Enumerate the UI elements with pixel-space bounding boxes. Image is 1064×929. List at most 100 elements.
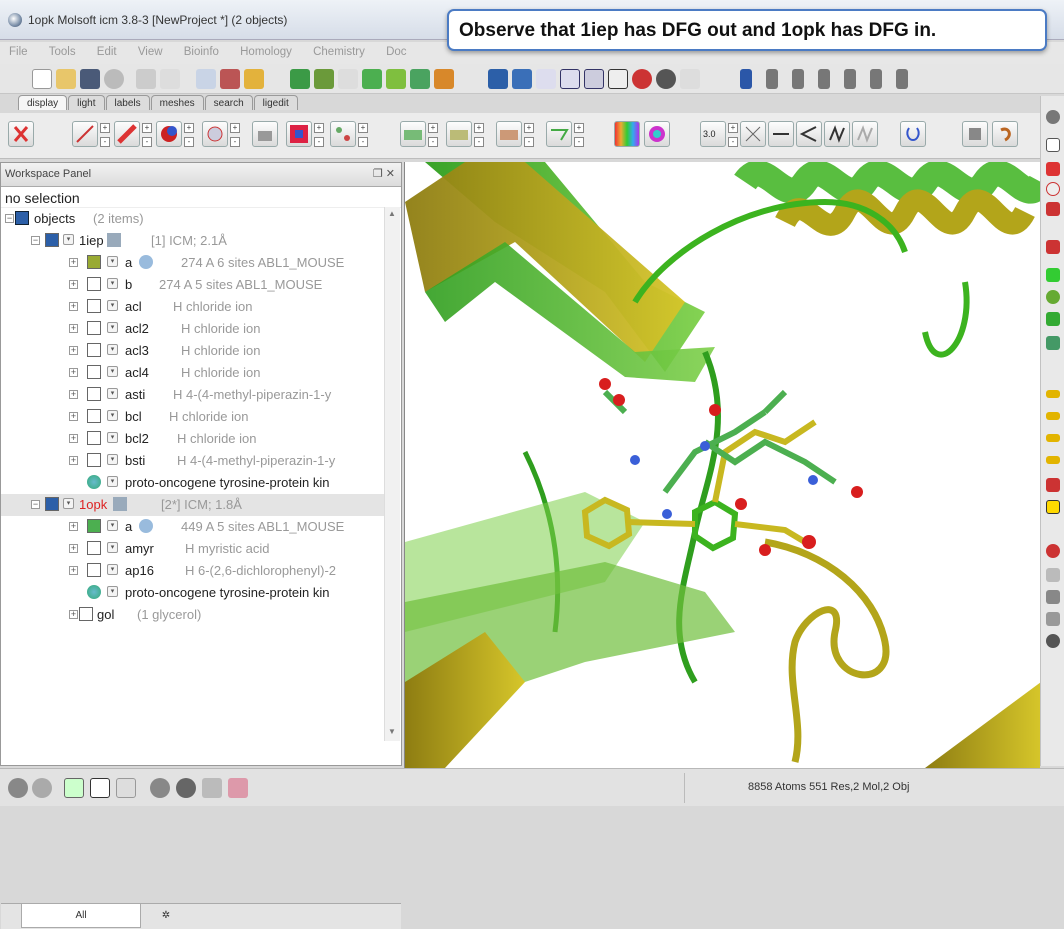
- dropdown-icon[interactable]: ▾: [107, 322, 118, 333]
- screen-icon[interactable]: [512, 69, 532, 89]
- ac-icon[interactable]: [536, 69, 556, 89]
- dropdown-icon[interactable]: ▾: [107, 300, 118, 311]
- gear-icon[interactable]: [150, 778, 170, 798]
- checkbox-icon[interactable]: [87, 277, 101, 291]
- tree-item[interactable]: + ▾ acl3 H chloride ion: [1, 340, 385, 362]
- dropdown-icon[interactable]: ▾: [107, 366, 118, 377]
- wire-minus-icon[interactable]: -: [100, 137, 110, 147]
- checkbox-icon[interactable]: [87, 519, 101, 533]
- ball-plus-icon[interactable]: +: [230, 123, 240, 133]
- label-variables-plus-icon[interactable]: +: [574, 123, 584, 133]
- menu-edit[interactable]: Edit: [88, 42, 126, 58]
- align-bottom-icon[interactable]: [896, 69, 908, 89]
- dropdown-icon[interactable]: ▾: [107, 432, 118, 443]
- align-icon-bottom[interactable]: [1046, 456, 1060, 464]
- wire-plus-icon[interactable]: +: [100, 123, 110, 133]
- hand-icon[interactable]: [1046, 634, 1060, 648]
- label-residues-plus-icon[interactable]: +: [474, 123, 484, 133]
- label-atoms-button[interactable]: [400, 121, 426, 147]
- clip-icon[interactable]: [1046, 478, 1060, 492]
- stick-plus-icon[interactable]: +: [142, 123, 152, 133]
- window-toggle-icon[interactable]: [90, 778, 110, 798]
- tab-light[interactable]: light: [68, 95, 105, 110]
- tree-item[interactable]: + ▾ acl4 H chloride ion: [1, 362, 385, 384]
- resolution-plus-icon[interactable]: +: [728, 123, 738, 133]
- resolution-minus-icon[interactable]: -: [728, 137, 738, 147]
- grid-icon[interactable]: [434, 69, 454, 89]
- tree-item[interactable]: + ▾ b 274 A 5 sites ABL1_MOUSE: [1, 274, 385, 296]
- font-icon[interactable]: [608, 69, 628, 89]
- label-sites-plus-icon[interactable]: +: [524, 123, 534, 133]
- tree-item[interactable]: + ▾ bcl2 H chloride ion: [1, 428, 385, 450]
- align-icon-2[interactable]: [792, 69, 804, 89]
- clear-measure-icon[interactable]: [852, 121, 878, 147]
- angle-icon[interactable]: [796, 121, 822, 147]
- menu-doc[interactable]: Doc: [377, 42, 415, 58]
- align-icon-middle[interactable]: [1046, 412, 1060, 420]
- f06-icon[interactable]: [488, 69, 508, 89]
- dropdown-icon[interactable]: ▾: [107, 388, 118, 399]
- window-icon[interactable]: [584, 69, 604, 89]
- zoom-icon[interactable]: [1046, 182, 1060, 196]
- align-icon-top[interactable]: [1046, 390, 1060, 398]
- tab-ligedit[interactable]: ligedit: [253, 95, 298, 110]
- dropdown-icon[interactable]: ▾: [107, 344, 118, 355]
- checkbox-icon[interactable]: [79, 607, 93, 621]
- expand-icon[interactable]: +: [69, 522, 78, 531]
- color-icon[interactable]: [632, 69, 652, 89]
- label-residues-minus-icon[interactable]: -: [474, 137, 484, 147]
- skin-plus-icon[interactable]: +: [358, 123, 368, 133]
- tab-display[interactable]: display: [18, 95, 68, 110]
- tree-object-1opk[interactable]: − ▾ 1opk [2*] ICM; 1.8Å: [1, 494, 385, 516]
- select-icon[interactable]: [1046, 138, 1060, 152]
- scroll-up-icon[interactable]: ▲: [388, 209, 396, 218]
- expand-icon[interactable]: +: [69, 456, 78, 465]
- residue-icon[interactable]: [338, 69, 358, 89]
- align-icon-5[interactable]: [870, 69, 882, 89]
- panel-scrollbar[interactable]: ▲ ▼: [384, 207, 400, 741]
- record-icon[interactable]: [32, 778, 52, 798]
- dropdown-icon[interactable]: ▾: [63, 234, 74, 245]
- dropdown-icon[interactable]: ▾: [107, 410, 118, 421]
- tree-item[interactable]: + ▾ a 449 A 5 sites ABL1_MOUSE: [1, 516, 385, 538]
- dropdown-icon[interactable]: ▾: [107, 256, 118, 267]
- tab-all[interactable]: All: [21, 904, 141, 928]
- checkbox-icon[interactable]: [87, 541, 101, 555]
- checkbox-icon[interactable]: [87, 365, 101, 379]
- scroll-down-icon[interactable]: ▼: [388, 727, 396, 736]
- tree-item[interactable]: + ▾ acl H chloride ion: [1, 296, 385, 318]
- atom-icon[interactable]: [386, 69, 406, 89]
- rotate-icon[interactable]: [1046, 202, 1060, 216]
- skin-button[interactable]: [330, 121, 356, 147]
- measure-icon[interactable]: [768, 121, 794, 147]
- dropdown-icon[interactable]: ▾: [107, 278, 118, 289]
- menu-chemistry[interactable]: Chemistry: [304, 42, 374, 58]
- collapse-icon[interactable]: −: [31, 500, 40, 509]
- expand-icon[interactable]: +: [69, 368, 78, 377]
- expand-icon[interactable]: +: [69, 390, 78, 399]
- panel-header-buttons[interactable]: ❐ ✕: [373, 167, 395, 180]
- label-atoms-plus-icon[interactable]: +: [428, 123, 438, 133]
- align-icon-3[interactable]: [818, 69, 830, 89]
- checkbox-icon[interactable]: [87, 409, 101, 423]
- redo-icon[interactable]: [160, 69, 180, 89]
- label-variables-minus-icon[interactable]: -: [574, 137, 584, 147]
- chain-icon[interactable]: [314, 69, 334, 89]
- star-icon[interactable]: [1046, 590, 1060, 604]
- checkbox-icon[interactable]: [87, 431, 101, 445]
- tools-icon[interactable]: [680, 69, 700, 89]
- color-palette-button[interactable]: [614, 121, 640, 147]
- save-icon[interactable]: [80, 69, 100, 89]
- molecule-icon[interactable]: [290, 69, 310, 89]
- undo-display-icon[interactable]: [992, 121, 1018, 147]
- align-icon-4[interactable]: [844, 69, 856, 89]
- dropdown-icon[interactable]: ▾: [107, 564, 118, 575]
- table-icon[interactable]: [560, 69, 580, 89]
- dropdown-icon[interactable]: ▾: [107, 520, 118, 531]
- menu-homology[interactable]: Homology: [231, 42, 301, 58]
- menu-view[interactable]: View: [129, 42, 172, 58]
- dropdown-icon[interactable]: ▾: [107, 542, 118, 553]
- ribbon-minus-icon[interactable]: -: [314, 137, 324, 147]
- tree-item[interactable]: + ▾ bcl H chloride ion: [1, 406, 385, 428]
- expand-icon[interactable]: +: [69, 412, 78, 421]
